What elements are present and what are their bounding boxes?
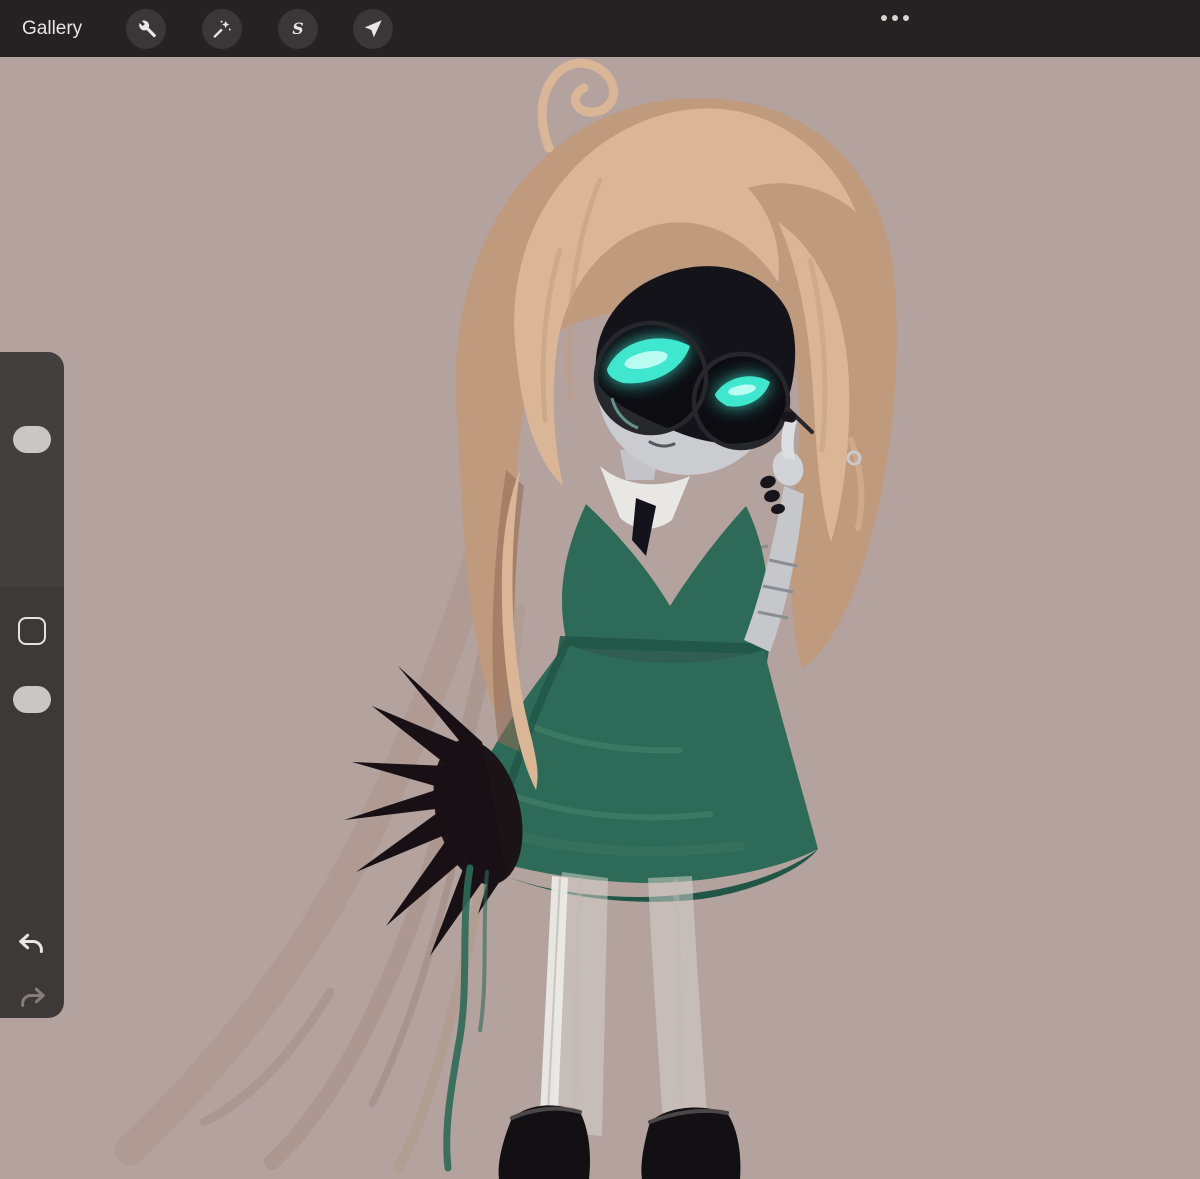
redo-arrow-icon — [21, 987, 45, 1007]
actions-button[interactable] — [126, 9, 166, 49]
undo-button[interactable] — [14, 926, 50, 962]
opacity-slider-handle[interactable] — [13, 686, 51, 713]
svg-text:S: S — [292, 19, 303, 38]
procreate-window: Gallery S — [0, 0, 1200, 1179]
more-options-button[interactable] — [874, 4, 920, 28]
undo-arrow-icon — [19, 933, 43, 953]
drawing-canvas[interactable] — [0, 0, 1200, 1179]
cursor-arrow-icon — [364, 20, 382, 38]
top-toolbar: Gallery S — [0, 0, 1200, 57]
brush-sidebar — [0, 352, 64, 1018]
size-slider-track[interactable] — [0, 352, 64, 587]
gallery-button[interactable]: Gallery — [22, 0, 82, 57]
adjustments-button[interactable] — [202, 9, 242, 49]
modify-button[interactable] — [18, 617, 46, 645]
ellipsis-icon — [881, 15, 909, 21]
redo-button[interactable] — [14, 980, 50, 1016]
transform-button[interactable] — [353, 9, 393, 49]
brush-size-slider-handle[interactable] — [13, 426, 51, 453]
wrench-icon — [139, 20, 156, 38]
magic-wand-icon — [213, 20, 231, 38]
selection-button[interactable]: S — [278, 9, 318, 49]
s-curve-icon: S — [292, 19, 303, 38]
